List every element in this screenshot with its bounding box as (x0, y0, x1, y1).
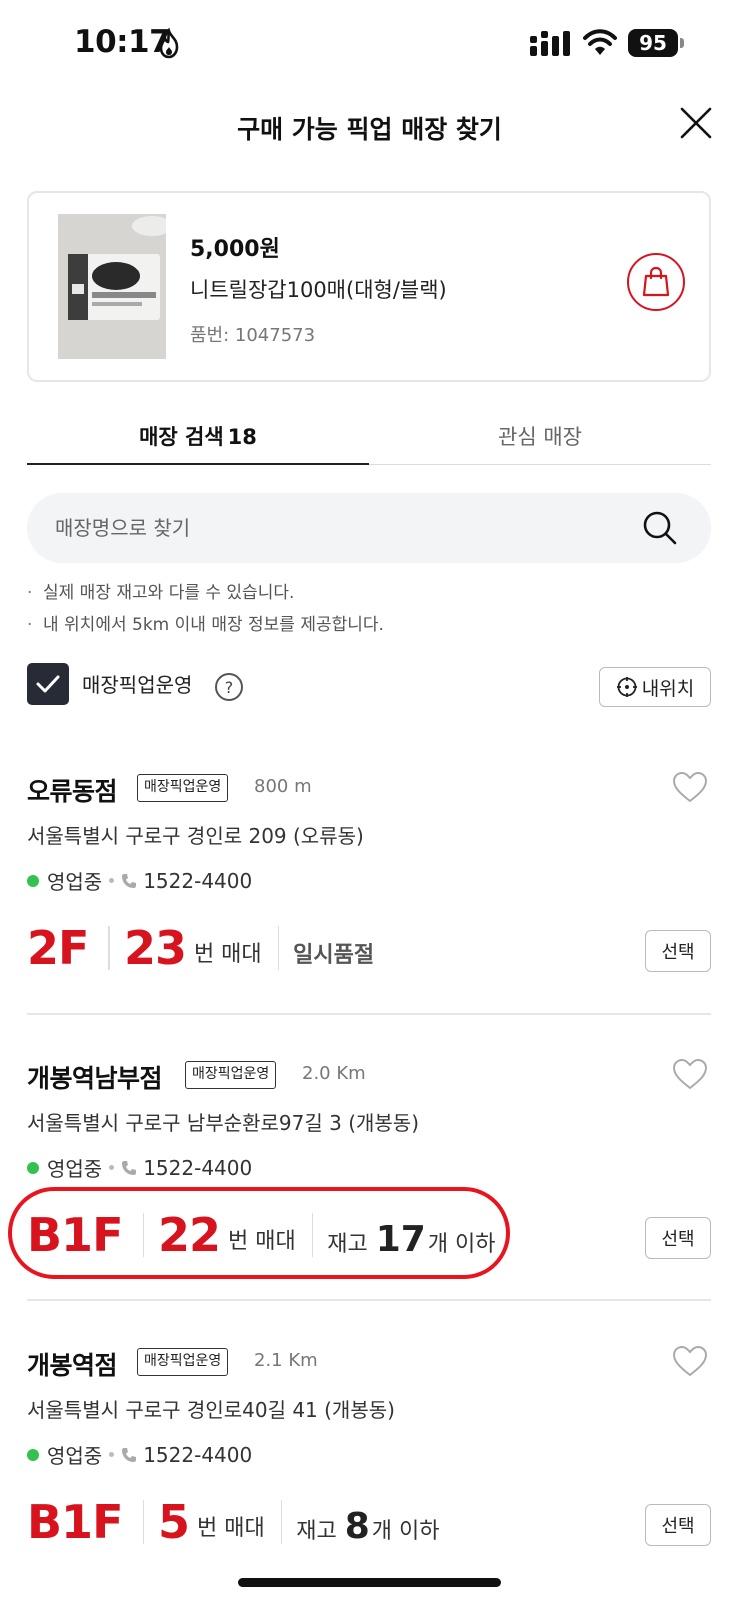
search-bar (27, 493, 711, 563)
shelf-number: 23 (123, 921, 187, 975)
tab-store-search-label: 매장 검색 (139, 425, 224, 449)
product-price: 5,000원 (190, 237, 280, 262)
select-store-button[interactable]: 선택 (645, 1504, 711, 1546)
status-bar: 10:17 95 (0, 0, 739, 90)
notice-item: · 실제 매장 재고와 다를 수 있습니다. (27, 583, 295, 603)
stock-count: 8 (344, 1505, 370, 1547)
divider (142, 1500, 144, 1544)
product-code: 품번: 1047573 (190, 325, 316, 346)
close-icon[interactable] (676, 103, 716, 143)
store-phone[interactable]: 1522-4400 (143, 869, 252, 893)
separator-dot (109, 1452, 115, 1457)
stock-suffix: 개 이하 (371, 1518, 440, 1544)
search-input[interactable] (55, 493, 615, 563)
store-name: 오류동점 (27, 777, 118, 806)
store-divider (27, 1299, 711, 1301)
highlight-annotation (8, 1187, 510, 1279)
phone-icon (122, 1160, 137, 1175)
pickup-filter-checkbox[interactable] (27, 663, 69, 705)
battery-tip (680, 38, 684, 48)
store-divider (27, 1013, 711, 1015)
shelf-number: 5 (158, 1495, 190, 1549)
select-store-button[interactable]: 선택 (645, 930, 711, 972)
store-distance: 2.1 Km (254, 1350, 318, 1371)
search-icon[interactable] (641, 509, 679, 547)
checkmark-icon (36, 675, 60, 693)
product-card: 5,000원 니트릴장갑100매(대형/블랙) 품번: 1047573 (27, 191, 711, 382)
store-distance: 2.0 Km (302, 1063, 366, 1084)
tab-store-search[interactable]: 매장 검색 18 (27, 415, 369, 465)
store-floor: 2F (27, 921, 89, 975)
pickup-badge: 매장픽업운영 (185, 1061, 277, 1089)
store-address: 서울특별시 구로구 경인로40길 41 (개봉동) (27, 1398, 395, 1422)
tab-favorite-stores[interactable]: 관심 매장 (369, 415, 711, 465)
shopping-bag-button[interactable] (627, 253, 685, 311)
pickup-badge: 매장픽업운영 (137, 1348, 229, 1376)
open-status-dot (27, 874, 39, 887)
pickup-filter-label: 매장픽업운영 (82, 673, 193, 697)
cellular-signal-icon (530, 31, 570, 56)
phone-icon (122, 1447, 137, 1462)
heart-icon[interactable] (671, 770, 709, 804)
store-phone[interactable]: 1522-4400 (143, 1156, 252, 1180)
stock-prefix: 재고 (296, 1518, 337, 1544)
store-floor: B1F (27, 1495, 123, 1549)
divider (277, 926, 280, 970)
separator-dot (109, 878, 115, 883)
heart-icon[interactable] (671, 1057, 709, 1091)
open-status: 영업중 (47, 1444, 103, 1468)
tab-store-search-count: 18 (227, 425, 257, 449)
shelf-label: 번 매대 (193, 942, 262, 967)
my-location-label: 내위치 (641, 677, 695, 700)
stock-status: 일시품절 (293, 943, 375, 968)
battery-indicator: 95 (628, 29, 678, 57)
crosshair-icon (616, 677, 637, 697)
open-status: 영업중 (47, 870, 103, 894)
store-address: 서울특별시 구로구 경인로 209 (오류동) (27, 824, 364, 848)
page-title: 구매 가능 픽업 매장 찾기 (237, 115, 502, 144)
home-indicator[interactable] (238, 1578, 501, 1587)
store-status-row: 영업중 1522-4400 (27, 1153, 252, 1182)
store-status-row: 영업중 1522-4400 (27, 866, 252, 895)
stock-info: 재고 8 개 이하 (296, 1506, 439, 1547)
notice-text: 실제 매장 재고와 다를 수 있습니다. (43, 583, 295, 603)
store-address: 서울특별시 구로구 남부순환로97길 3 (개봉동) (27, 1111, 420, 1135)
select-store-button[interactable]: 선택 (645, 1217, 711, 1259)
shelf-location-row: 2F 23 번 매대 일시품절 (27, 918, 374, 978)
notice-item: · 내 위치에서 5km 이내 매장 정보를 제공합니다. (27, 615, 384, 635)
store-phone[interactable]: 1522-4400 (143, 1443, 252, 1467)
store-name: 개봉역남부점 (27, 1064, 163, 1093)
separator-dot (109, 1165, 115, 1170)
heart-icon[interactable] (671, 1344, 709, 1378)
product-image (58, 214, 166, 359)
pickup-badge: 매장픽업운영 (137, 774, 229, 802)
store-distance: 800 m (254, 776, 312, 797)
help-icon[interactable]: ? (215, 673, 243, 701)
notice-text: 내 위치에서 5km 이내 매장 정보를 제공합니다. (43, 615, 384, 635)
store-status-row: 영업중 1522-4400 (27, 1440, 252, 1469)
wifi-icon (583, 29, 617, 55)
divider (280, 1500, 283, 1544)
shopping-bag-icon (642, 266, 670, 297)
flame-focus-icon (159, 28, 179, 59)
product-name: 니트릴장갑100매(대형/블랙) (190, 278, 447, 302)
store-name: 개봉역점 (27, 1351, 118, 1380)
divider (108, 926, 110, 970)
shelf-location-row: B1F 5 번 매대 재고 8 개 이하 (27, 1492, 440, 1552)
phone-icon (122, 873, 137, 888)
tab-bar: 매장 검색 18 관심 매장 (27, 415, 711, 465)
open-status: 영업중 (47, 1157, 103, 1181)
shelf-label: 번 매대 (197, 1516, 265, 1541)
open-status-dot (27, 1161, 39, 1174)
my-location-button[interactable]: 내위치 (599, 667, 711, 707)
open-status-dot (27, 1448, 39, 1461)
